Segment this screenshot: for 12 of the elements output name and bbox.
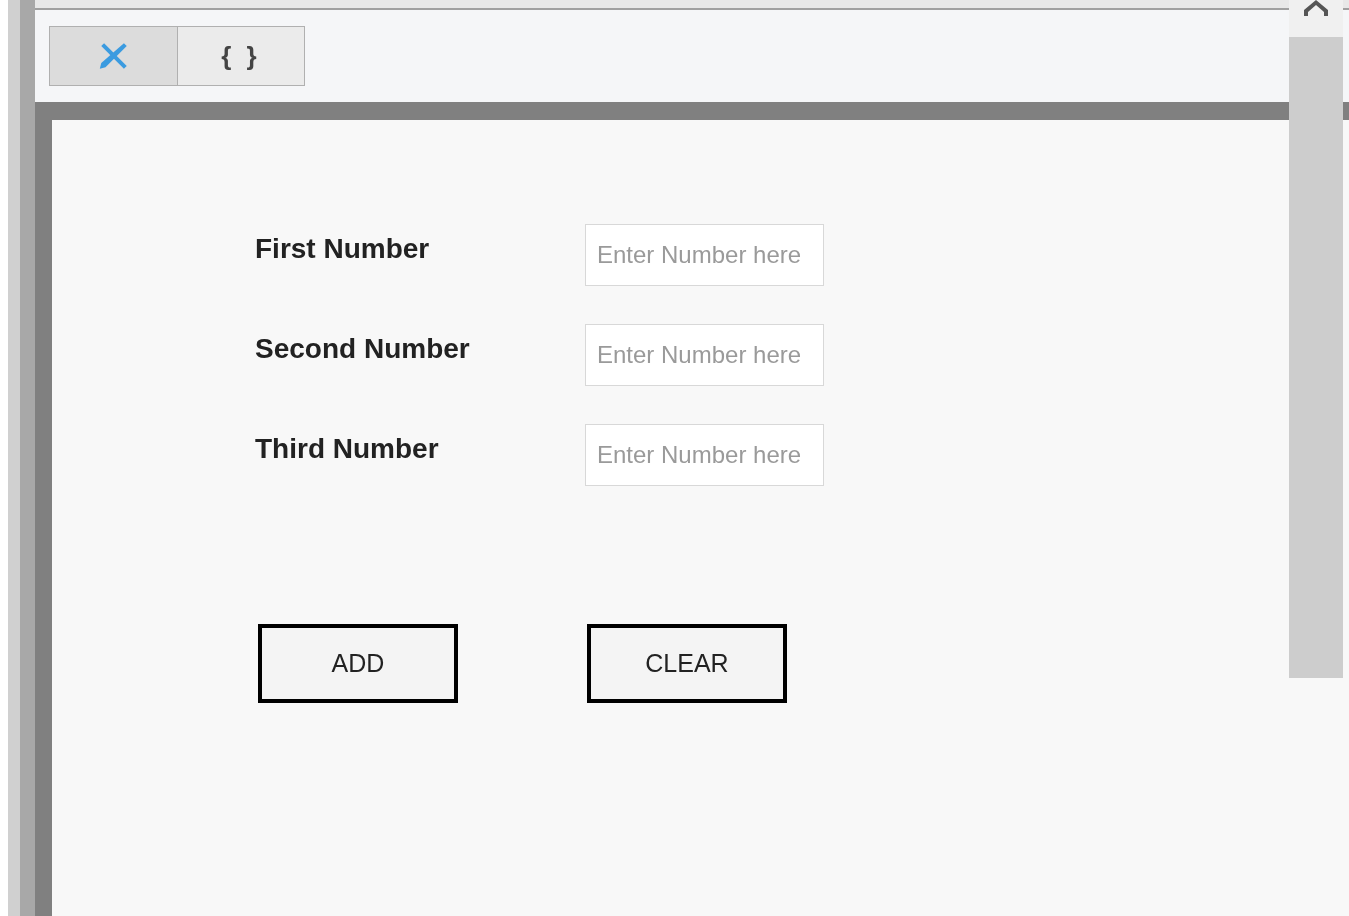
scrollbar[interactable]: [1289, 0, 1343, 678]
design-tab[interactable]: [50, 27, 177, 85]
field-label: Third Number: [255, 432, 440, 466]
number-input[interactable]: Enter Number here: [585, 224, 824, 286]
action-button[interactable]: CLEAR: [587, 624, 787, 703]
field-label: First Number: [255, 232, 431, 266]
action-button[interactable]: ADD: [258, 624, 458, 703]
number-input[interactable]: Enter Number here: [585, 324, 824, 386]
scroll-up-icon[interactable]: [1301, 0, 1331, 16]
code-tab[interactable]: { }: [177, 27, 304, 85]
number-input[interactable]: Enter Number here: [585, 424, 824, 486]
field-label: Second Number: [255, 332, 471, 366]
